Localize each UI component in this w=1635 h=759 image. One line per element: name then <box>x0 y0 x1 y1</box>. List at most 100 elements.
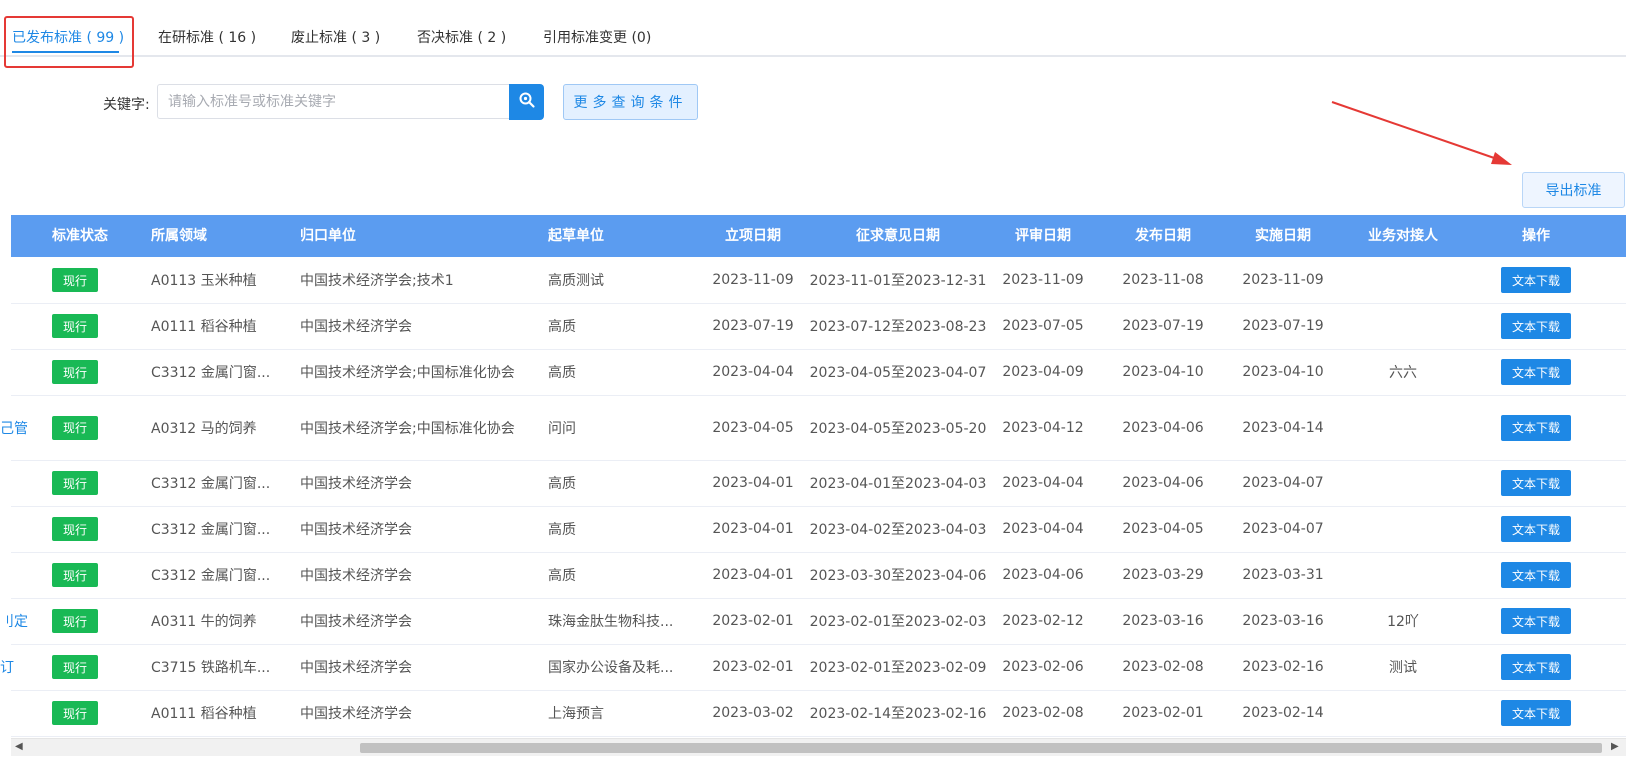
init-date-cell: 2023-02-01 <box>712 613 794 629</box>
text-download-button[interactable]: 文本下载 <box>1501 470 1571 496</box>
text-download-button[interactable]: 文本下载 <box>1501 414 1571 441</box>
contact-cell <box>1343 552 1463 598</box>
horizontal-scrollbar[interactable]: ◀ ▶ <box>11 738 1626 756</box>
col-org: 归口单位 <box>300 228 356 244</box>
col-init-date: 立项日期 <box>725 228 781 244</box>
drafter-cell: 高质 <box>548 568 576 584</box>
org-cell: 中国技术经济学会 <box>300 660 412 676</box>
contact-cell <box>1343 460 1463 506</box>
status-badge: 现行 <box>52 517 98 541</box>
row-edge-text <box>0 552 40 598</box>
org-cell: 中国技术经济学会 <box>300 319 412 335</box>
col-comment-date: 征求意见日期 <box>856 228 940 244</box>
drafter-cell: 高质 <box>548 319 576 335</box>
col-contact: 业务对接人 <box>1368 228 1438 244</box>
init-date-cell: 2023-04-01 <box>712 475 794 491</box>
status-badge: 现行 <box>52 563 98 587</box>
org-cell: 中国技术经济学会;中国标准化协会 <box>300 365 515 381</box>
action-cell: 文本下载 <box>1501 257 1571 303</box>
status-cell: 现行 <box>52 303 112 349</box>
status-badge: 现行 <box>52 360 98 384</box>
review-date-cell: 2023-11-09 <box>1002 272 1084 288</box>
impl-date-cell: 2023-04-07 <box>1242 475 1324 491</box>
init-date-cell: 2023-04-05 <box>712 419 794 436</box>
table-row: 己管 现行 A0312 马的饲养 中国技术经济学会;中国标准化协会 问问 2023-04-… <box>0 395 1626 461</box>
org-cell: 中国技术经济学会;技术1 <box>300 273 454 289</box>
impl-date-cell: 2023-04-10 <box>1242 364 1324 380</box>
tab-in-research[interactable]: 在研标准 ( 16 ) <box>158 27 256 47</box>
domain-cell: A0312 马的饲养 <box>151 420 257 437</box>
status-cell: 现行 <box>52 349 112 395</box>
search-button[interactable] <box>509 84 544 120</box>
table-row: 刂定 现行 A0311 牛的饲养 中国技术经济学会 珠海金肽生物科技... 2023-02… <box>0 598 1626 645</box>
impl-date-cell: 2023-07-19 <box>1242 318 1324 334</box>
tab-abolished[interactable]: 废止标准 ( 3 ) <box>291 27 380 47</box>
status-cell: 现行 <box>52 690 112 736</box>
text-download-button[interactable]: 文本下载 <box>1501 608 1571 634</box>
publish-date-cell: 2023-04-05 <box>1122 521 1204 537</box>
domain-cell: A0113 玉米种植 <box>151 273 257 289</box>
impl-date-cell: 2023-11-09 <box>1242 272 1324 288</box>
scroll-left-icon[interactable]: ◀ <box>15 741 23 752</box>
contact-cell <box>1343 395 1463 460</box>
table-row: 现行 A0113 玉米种植 中国技术经济学会;技术1 高质测试 2023-11-09 20… <box>11 257 1626 304</box>
init-date-cell: 2023-04-04 <box>712 364 794 380</box>
publish-date-cell: 2023-11-08 <box>1122 272 1204 288</box>
text-download-button[interactable]: 文本下载 <box>1501 516 1571 542</box>
status-badge: 现行 <box>52 701 98 725</box>
drafter-cell: 高质 <box>548 476 576 492</box>
drafter-cell: 国家办公设备及耗... <box>548 660 674 676</box>
keyword-search-input[interactable] <box>157 84 510 119</box>
drafter-cell: 上海预言 <box>548 706 604 722</box>
org-cell: 中国技术经济学会 <box>300 522 412 538</box>
status-cell: 现行 <box>52 395 112 460</box>
comment-date-cell: 2023-04-02至2023-04-03 <box>809 522 987 538</box>
text-download-button[interactable]: 文本下载 <box>1501 700 1571 726</box>
publish-date-cell: 2023-03-16 <box>1122 613 1204 629</box>
domain-cell: A0111 稻谷种植 <box>151 706 257 722</box>
drafter-cell: 珠海金肽生物科技... <box>548 614 674 630</box>
tab-reference-changes[interactable]: 引用标准变更 (0) <box>543 27 651 47</box>
status-badge: 现行 <box>52 471 98 495</box>
more-query-conditions-button[interactable]: 更多查询条件 <box>563 84 698 120</box>
comment-date-cell: 2023-07-12至2023-08-23 <box>809 319 987 335</box>
scrollbar-thumb[interactable] <box>360 743 1602 753</box>
org-cell: 中国技术经济学会;中国标准化协会 <box>300 420 515 437</box>
text-download-button[interactable]: 文本下载 <box>1501 313 1571 339</box>
action-cell: 文本下载 <box>1501 598 1571 644</box>
col-drafter: 起草单位 <box>548 228 604 244</box>
drafter-cell: 高质 <box>548 522 576 538</box>
text-download-button[interactable]: 文本下载 <box>1501 359 1571 385</box>
publish-date-cell: 2023-04-06 <box>1122 419 1204 436</box>
contact-cell: 测试 <box>1389 660 1417 676</box>
init-date-cell: 2023-11-09 <box>712 272 794 288</box>
tab-bar: 已发布标准 ( 99 ) 在研标准 ( 16 ) 废止标准 ( 3 ) 否决标准… <box>0 0 1626 57</box>
row-edge-text: 刂定 <box>0 614 28 630</box>
status-cell: 现行 <box>52 257 112 303</box>
scroll-right-icon[interactable]: ▶ <box>1611 741 1619 752</box>
text-download-button[interactable]: 文本下载 <box>1501 562 1571 588</box>
status-badge: 现行 <box>52 268 98 292</box>
status-cell: 现行 <box>52 552 112 598</box>
review-date-cell: 2023-02-06 <box>1002 659 1084 675</box>
contact-cell: 六六 <box>1389 365 1417 381</box>
contact-cell <box>1343 257 1463 303</box>
init-date-cell: 2023-07-19 <box>712 318 794 334</box>
tab-rejected[interactable]: 否决标准 ( 2 ) <box>417 27 506 47</box>
init-date-cell: 2023-04-01 <box>712 567 794 583</box>
impl-date-cell: 2023-04-07 <box>1242 521 1324 537</box>
row-edge-text: 己管 <box>0 420 28 437</box>
text-download-button[interactable]: 文本下载 <box>1501 654 1571 680</box>
text-download-button[interactable]: 文本下载 <box>1501 267 1571 293</box>
table-row: 现行 C3312 金属门窗... 中国技术经济学会 高质 2023-04-01 2023-… <box>11 552 1626 599</box>
comment-date-cell: 2023-11-01至2023-12-31 <box>809 273 987 289</box>
init-date-cell: 2023-02-01 <box>712 659 794 675</box>
col-review-date: 评审日期 <box>1015 228 1071 244</box>
status-cell: 现行 <box>52 598 112 644</box>
action-cell: 文本下载 <box>1501 395 1571 460</box>
review-date-cell: 2023-04-04 <box>1002 521 1084 537</box>
impl-date-cell: 2023-02-16 <box>1242 659 1324 675</box>
status-badge: 现行 <box>52 609 98 633</box>
export-standards-button[interactable]: 导出标准 <box>1522 172 1625 208</box>
col-publish-date: 发布日期 <box>1135 228 1191 244</box>
